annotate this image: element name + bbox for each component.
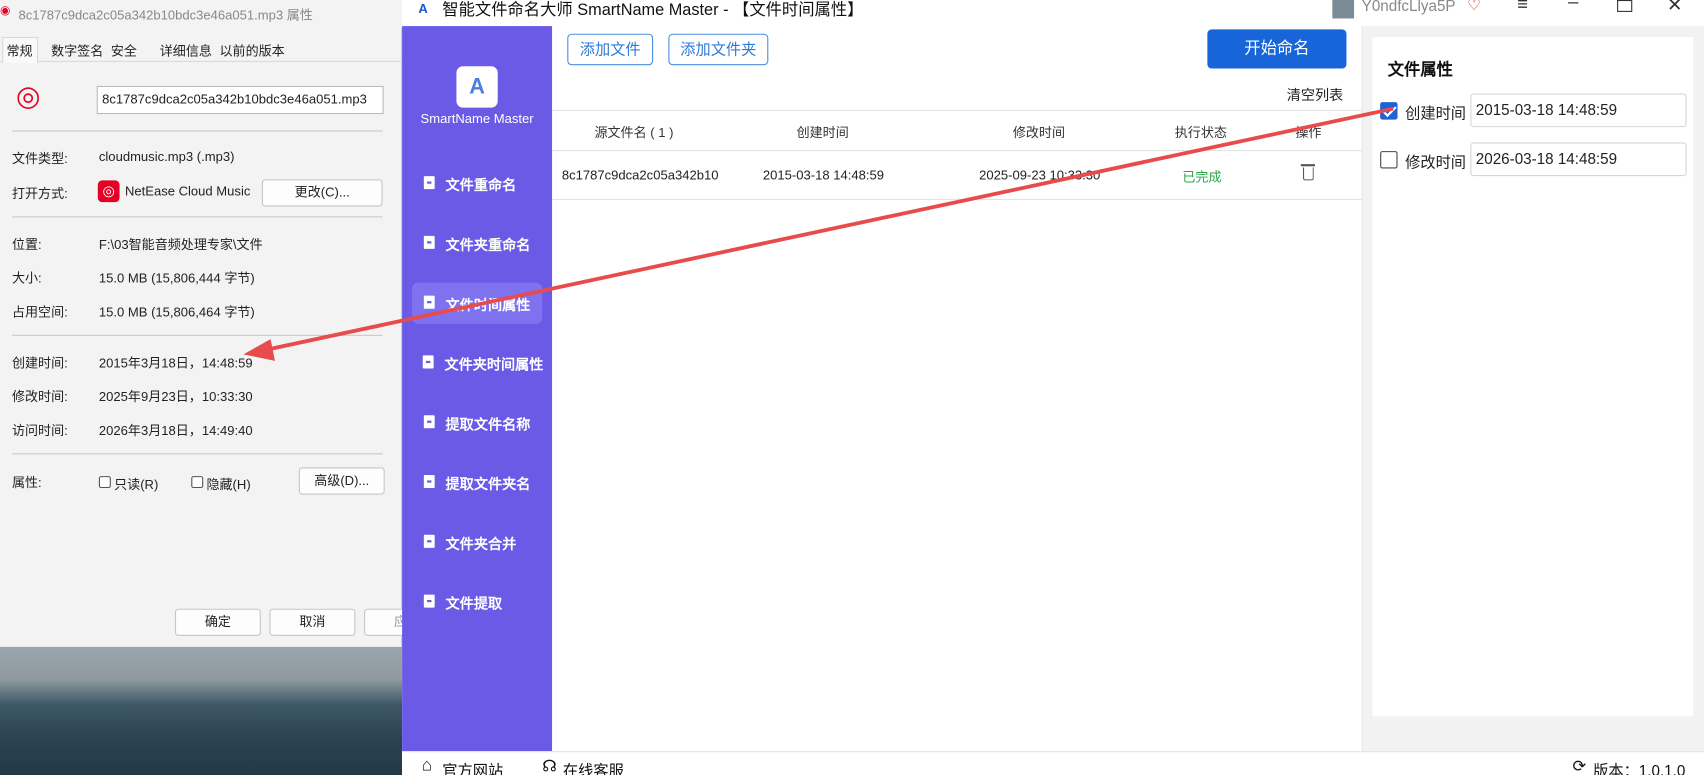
annotation-arrow xyxy=(243,106,1394,361)
